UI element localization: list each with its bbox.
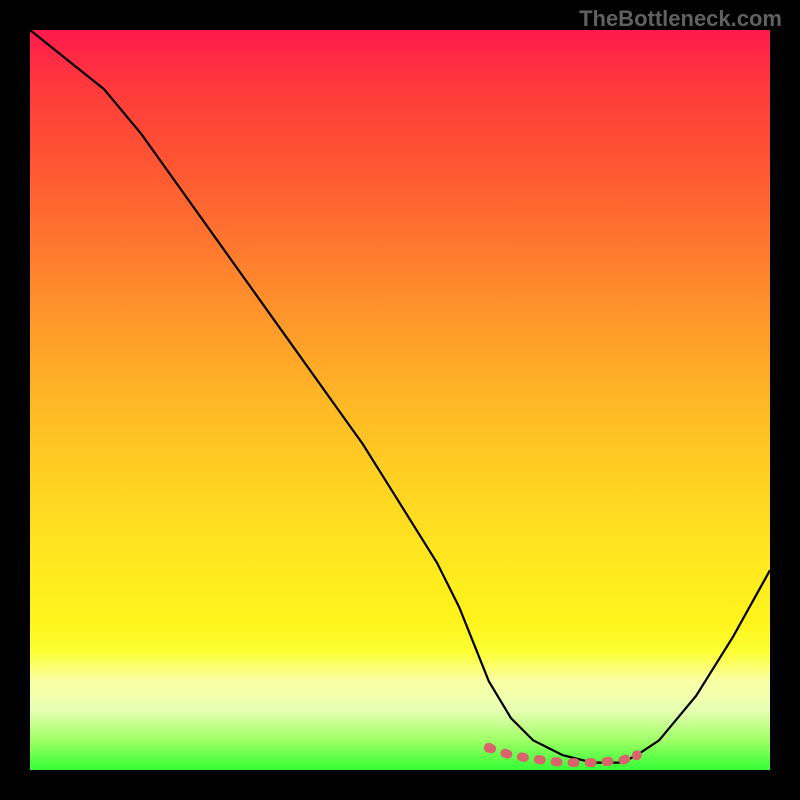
highlight-region bbox=[484, 743, 642, 763]
bottleneck-curve bbox=[30, 30, 770, 763]
chart-plot-area bbox=[30, 30, 770, 770]
chart-svg bbox=[30, 30, 770, 770]
watermark-text: TheBottleneck.com bbox=[579, 6, 782, 32]
